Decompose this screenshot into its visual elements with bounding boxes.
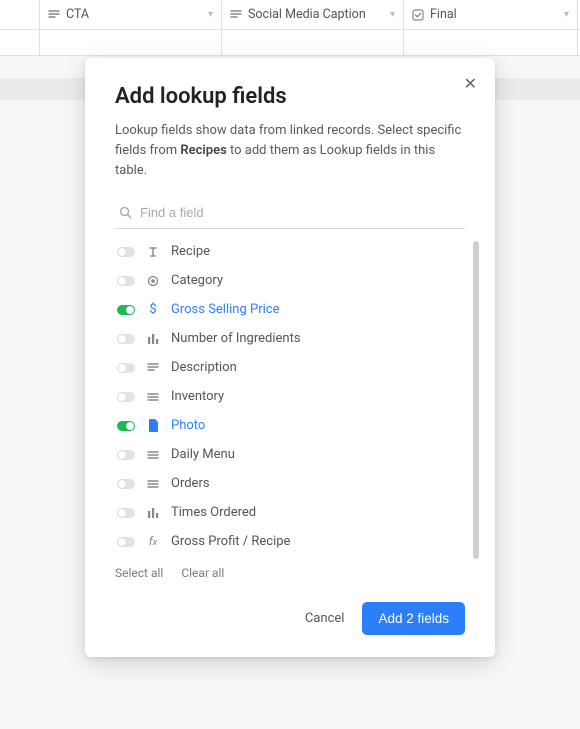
field-label: Gross Selling Price — [171, 302, 279, 317]
table-header: CTA ▾ Social Media Caption ▾ Final ▾ — [0, 0, 580, 30]
field-toggle[interactable] — [117, 305, 135, 315]
dialog-footer: Cancel Add 2 fields — [115, 602, 465, 635]
formula-icon: fx — [145, 535, 161, 548]
attachment-icon — [145, 419, 161, 432]
add-lookup-fields-dialog: ✕ Add lookup fields Lookup fields show d… — [85, 58, 495, 657]
field-toggle[interactable] — [117, 450, 135, 460]
field-row[interactable]: $ Gross Selling Price — [115, 295, 465, 324]
longtext-icon — [230, 9, 242, 21]
field-toggle[interactable] — [117, 363, 135, 373]
longtext-icon — [145, 362, 161, 374]
field-toggle[interactable] — [117, 276, 135, 286]
field-label: Orders — [171, 476, 210, 491]
field-row[interactable]: Daily Menu — [115, 440, 465, 469]
bulk-select-actions: Select all Clear all — [115, 566, 465, 580]
lines-icon — [145, 449, 161, 461]
column-header-cta[interactable]: CTA ▾ — [40, 0, 222, 29]
field-toggle[interactable] — [117, 479, 135, 489]
field-list: Recipe Category $ Gross Selling Price Number… — [115, 237, 465, 556]
chevron-down-icon[interactable]: ▾ — [564, 9, 569, 20]
scrollbar[interactable] — [473, 241, 479, 559]
field-label: Times Ordered — [171, 505, 256, 520]
search-input[interactable] — [140, 205, 463, 220]
table-row — [0, 30, 580, 56]
field-row[interactable]: Number of Ingredients — [115, 324, 465, 353]
field-toggle[interactable] — [117, 537, 135, 547]
select-all-link[interactable]: Select all — [115, 566, 163, 580]
row-number-header — [0, 0, 40, 29]
field-row[interactable]: Category — [115, 266, 465, 295]
field-row[interactable]: Times Ordered — [115, 498, 465, 527]
column-header-final[interactable]: Final ▾ — [404, 0, 578, 29]
checkbox-icon — [412, 9, 424, 21]
chevron-down-icon[interactable]: ▾ — [208, 9, 213, 20]
field-toggle[interactable] — [117, 421, 135, 431]
lines-icon — [145, 478, 161, 490]
field-label: Recipe — [171, 244, 210, 259]
field-toggle[interactable] — [117, 334, 135, 344]
column-label: CTA — [66, 7, 89, 22]
field-label: Number of Ingredients — [171, 331, 301, 346]
add-fields-button[interactable]: Add 2 fields — [362, 602, 465, 635]
chevron-down-icon[interactable]: ▾ — [390, 9, 395, 20]
dialog-description: Lookup fields show data from linked reco… — [115, 121, 465, 181]
field-label: Description — [171, 360, 237, 375]
field-toggle[interactable] — [117, 508, 135, 518]
field-row[interactable]: Orders — [115, 469, 465, 498]
field-row[interactable]: fx Gross Profit / Recipe — [115, 527, 465, 556]
field-label: Daily Menu — [171, 447, 235, 462]
field-toggle[interactable] — [117, 247, 135, 257]
field-row[interactable]: Inventory — [115, 382, 465, 411]
text-icon — [145, 246, 161, 258]
field-search[interactable] — [115, 199, 465, 229]
field-label: Inventory — [171, 389, 224, 404]
search-icon — [119, 206, 132, 219]
close-button[interactable]: ✕ — [464, 76, 477, 92]
field-label: Photo — [171, 418, 205, 433]
field-label: Gross Profit / Recipe — [171, 534, 290, 549]
singleselect-icon — [145, 275, 161, 287]
count-icon — [145, 507, 161, 519]
field-row[interactable]: Recipe — [115, 237, 465, 266]
field-row[interactable]: Description — [115, 353, 465, 382]
field-toggle[interactable] — [117, 392, 135, 402]
linked-table-name: Recipes — [180, 143, 226, 158]
dialog-title: Add lookup fields — [115, 84, 465, 109]
clear-all-link[interactable]: Clear all — [181, 566, 224, 580]
count-icon — [145, 333, 161, 345]
column-label: Final — [430, 7, 457, 22]
longtext-icon — [48, 9, 60, 21]
currency-icon: $ — [145, 303, 161, 316]
lines-icon — [145, 391, 161, 403]
column-header-social[interactable]: Social Media Caption ▾ — [222, 0, 404, 29]
field-row[interactable]: Photo — [115, 411, 465, 440]
cancel-button[interactable]: Cancel — [305, 611, 345, 626]
column-label: Social Media Caption — [248, 7, 366, 22]
field-label: Category — [171, 273, 223, 288]
